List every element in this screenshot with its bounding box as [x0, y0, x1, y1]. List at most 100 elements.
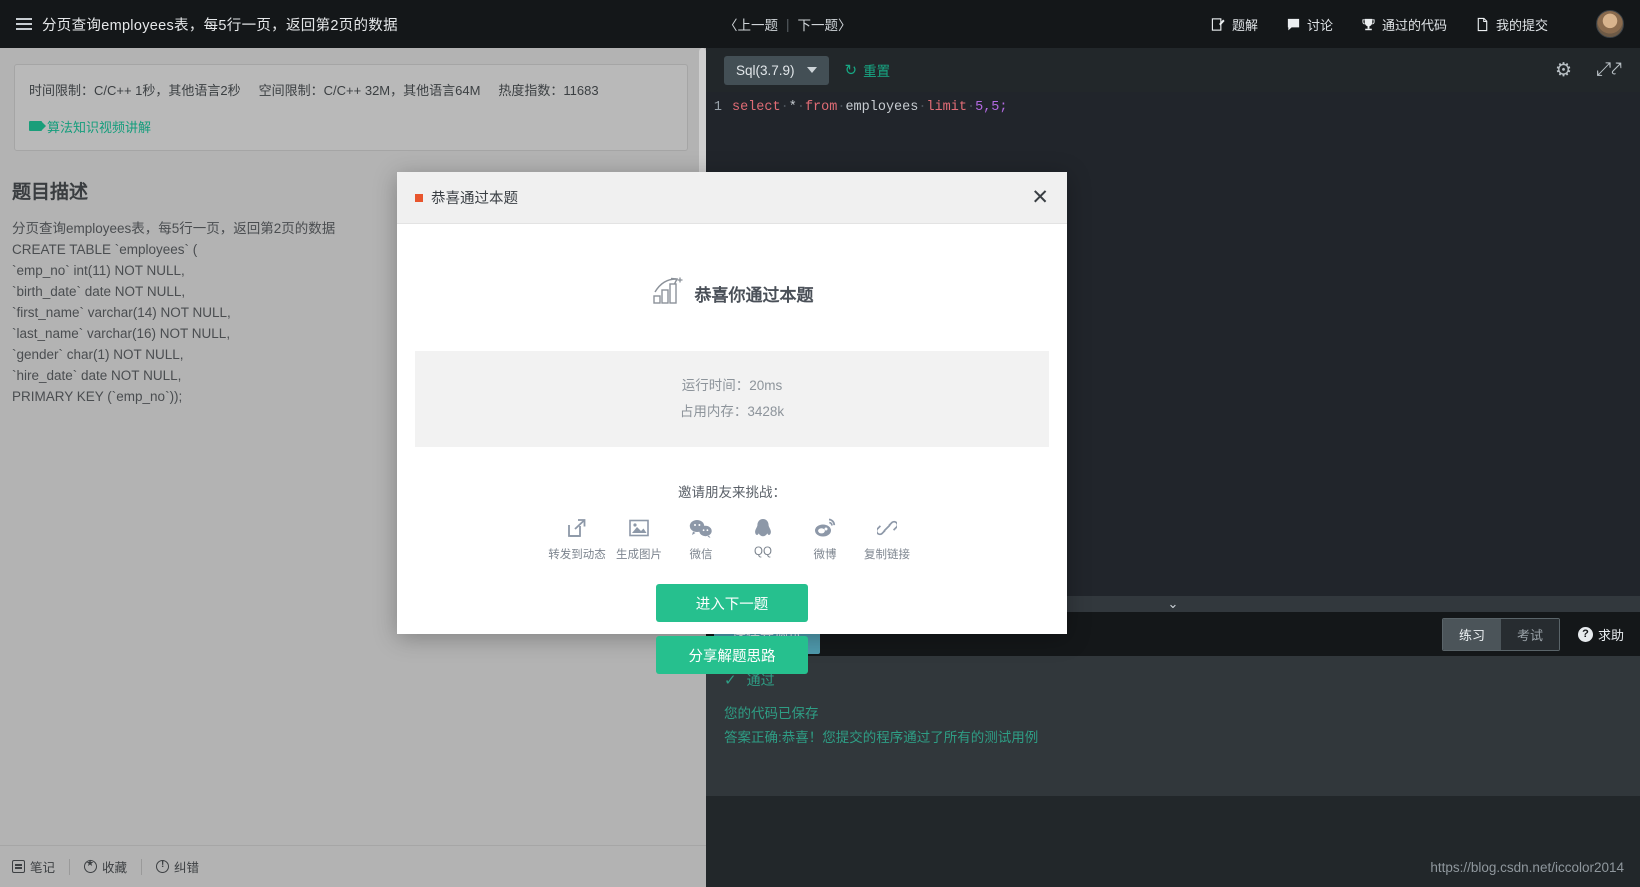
code-tokens: select·*·from·employees·limit·5,5; [732, 98, 1008, 118]
next-problem-button[interactable]: 进入下一题 [656, 584, 808, 622]
share-solution-button[interactable]: 分享解题思路 [656, 636, 808, 674]
footer-item-note[interactable]: 笔记 [12, 858, 71, 875]
help-label: 求助 [1597, 627, 1624, 643]
star-icon [84, 858, 98, 873]
link-icon [856, 515, 918, 541]
sql-token-select: select [732, 100, 781, 115]
share-image-label: 生成图片 [616, 549, 662, 561]
watermark: https://blog.csdn.net/iccolor2014 [1430, 860, 1624, 875]
nav-solution-label: 题解 [1231, 17, 1258, 33]
invite-label: 邀请朋友来挑战： [678, 485, 786, 500]
result-panel: ✓ 通过 您的代码已保存 答案正确:恭喜！您提交的程序通过了所有的测试用例 [706, 656, 1640, 796]
code-line-1: 1 select·*·from·employees·limit·5,5; [706, 98, 1640, 118]
next-problem-link[interactable]: 下一题〉 [798, 14, 852, 34]
share-item-copy-link[interactable]: 复制链接 [856, 515, 918, 562]
nav-divider: | [786, 16, 790, 32]
heat-index: 热度指数：11683 [498, 83, 599, 98]
wechat-icon [670, 515, 732, 541]
stat-memory: 占用内存：3428k [679, 404, 785, 419]
gear-icon[interactable]: ⚙ [1555, 59, 1572, 82]
video-camera-icon [29, 121, 46, 131]
problem-limits-card: 时间限制：C/C++ 1秒，其他语言2秒 空间限制：C/C++ 32M，其他语言6… [14, 64, 688, 151]
video-link-label: 算法知识视频讲解 [47, 119, 152, 135]
image-icon [608, 515, 670, 541]
limits-row: 时间限制：C/C++ 1秒，其他语言2秒 空间限制：C/C++ 32M，其他语言6… [29, 81, 673, 101]
prev-problem-link[interactable]: 〈上一题 [724, 14, 778, 34]
run-bar-actions: 练习 考试 ? 求助 [1441, 617, 1624, 651]
nav-item-passed-code[interactable]: 通过的代码 [1361, 15, 1447, 34]
stats-panel: 运行时间：20ms 占用内存：3428k [415, 351, 1049, 447]
share-wechat-label: 微信 [689, 549, 713, 561]
nav-item-solution[interactable]: 题解 [1211, 15, 1258, 34]
result-correct-message: 答案正确:恭喜！您提交的程序通过了所有的测试用例 [724, 730, 1039, 745]
note-icon [12, 860, 25, 873]
time-limit: 时间限制：C/C++ 1秒，其他语言2秒 [29, 83, 241, 98]
sql-token-numbers: 5,5; [975, 100, 1008, 115]
share-external-icon [546, 515, 608, 541]
comment-bubble-icon [1286, 17, 1301, 32]
modal-body: 恭喜你通过本题 运行时间：20ms 占用内存：3428k 邀请朋友来挑战： 转发… [397, 224, 1067, 674]
editor-toolbar: Sql(3.7.9) ↻ 重置 ⚙ ⤢⤤ [706, 48, 1640, 92]
nav-item-my-submissions[interactable]: 我的提交 [1475, 15, 1548, 34]
help-button[interactable]: ? 求助 [1577, 625, 1624, 644]
language-select[interactable]: Sql(3.7.9) [724, 55, 829, 85]
nav-my-submissions-label: 我的提交 [1495, 17, 1548, 33]
chevron-down-icon [806, 67, 817, 73]
error-report-icon [156, 859, 170, 873]
video-tutorial-link[interactable]: 算法知识视频讲解 [29, 117, 673, 136]
line-number: 1 [713, 100, 722, 115]
problem-header: 分页查询employees表，每5行一页，返回第2页的数据 [0, 0, 706, 48]
solution-pencil-icon [1211, 17, 1226, 32]
chevron-down-icon: ⌄ [1167, 596, 1179, 611]
footer-report-label: 纠错 [174, 861, 200, 875]
share-copy-link-label: 复制链接 [864, 549, 910, 561]
mode-exam-tab[interactable]: 考试 [1500, 618, 1559, 650]
footer-item-report[interactable]: 纠错 [156, 859, 213, 875]
problem-navigation: 〈上一题 | 下一题〉 [724, 14, 852, 34]
share-qq-label: QQ [754, 546, 772, 558]
editor-navbar: 〈上一题 | 下一题〉 题解 讨论 通过的代码 我的提交 [706, 0, 1640, 48]
modal-header: 恭喜通过本题 ✕ [397, 172, 1067, 224]
close-icon[interactable]: ✕ [1031, 187, 1049, 208]
space-limit: 空间限制：C/C++ 32M，其他语言64M [258, 83, 481, 98]
share-row: 转发到动态 生成图片 微信 QQ 微博 复制链接 [397, 515, 1067, 562]
refresh-icon: ↻ [844, 62, 858, 79]
hamburger-icon[interactable] [16, 18, 32, 30]
editor-tool-actions: ⚙ ⤢⤤ [1555, 59, 1622, 82]
footer-favorite-label: 收藏 [102, 861, 128, 875]
share-item-moments[interactable]: 转发到动态 [546, 515, 608, 562]
nav-passed-code-label: 通过的代码 [1381, 17, 1447, 33]
expand-icon[interactable]: ⤢⤤ [1596, 59, 1622, 81]
question-mark-icon: ? [1577, 626, 1593, 642]
document-icon [1475, 17, 1490, 32]
share-weibo-label: 微博 [813, 549, 837, 561]
share-item-qq[interactable]: QQ [732, 515, 794, 562]
sql-token-limit: limit [926, 100, 967, 115]
sql-token-star: * [788, 100, 797, 115]
reset-label: 重置 [863, 64, 891, 79]
mode-practice-tab[interactable]: 练习 [1442, 618, 1501, 650]
footer-note-label: 笔记 [30, 861, 56, 875]
share-item-weibo[interactable]: 微博 [794, 515, 856, 562]
qq-icon [732, 515, 794, 541]
share-item-wechat[interactable]: 微信 [670, 515, 732, 562]
congratulations-modal: 恭喜通过本题 ✕ 恭喜你通过本题 运行时间：20ms 占用内存：3428k 邀请… [397, 172, 1067, 674]
growth-chart-icon [651, 276, 685, 311]
reset-button[interactable]: ↻ 重置 [845, 60, 891, 80]
footer-item-favorite[interactable]: 收藏 [84, 858, 143, 875]
share-moments-label: 转发到动态 [548, 549, 606, 561]
avatar[interactable] [1596, 10, 1624, 38]
app-root: 分页查询employees表，每5行一页，返回第2页的数据 时间限制：C/C++… [0, 0, 1640, 887]
modal-marker-icon [415, 193, 423, 202]
problem-footer: 笔记 收藏 纠错 [0, 845, 706, 887]
stat-runtime: 运行时间：20ms [681, 378, 783, 393]
modal-title: 恭喜通过本题 [431, 191, 518, 207]
page-title: 分页查询employees表，每5行一页，返回第2页的数据 [42, 17, 398, 34]
share-item-image[interactable]: 生成图片 [608, 515, 670, 562]
nav-item-discussion[interactable]: 讨论 [1286, 15, 1333, 34]
result-saved-message: 您的代码已保存 [724, 706, 819, 721]
modal-actions: 进入下一题 分享解题思路 [397, 584, 1067, 674]
mode-toggle[interactable]: 练习 考试 [1441, 617, 1560, 651]
congratulations-text: 恭喜你通过本题 [694, 286, 814, 305]
sql-token-table: employees [845, 100, 919, 115]
